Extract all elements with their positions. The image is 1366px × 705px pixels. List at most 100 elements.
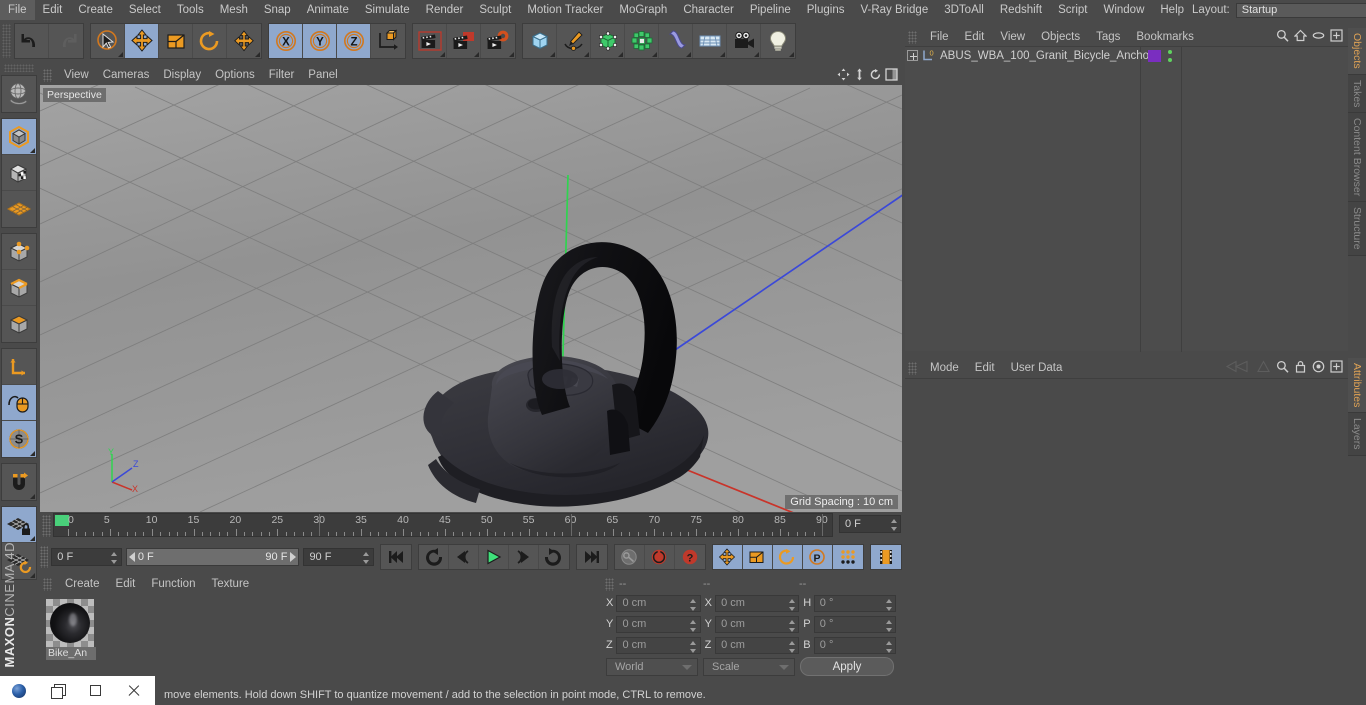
material-menu-function[interactable]: Function	[143, 575, 203, 593]
tab-attributes[interactable]: Attributes	[1348, 358, 1366, 414]
material-menu-edit[interactable]: Edit	[108, 575, 144, 593]
stepper-icon[interactable]	[111, 552, 118, 564]
menu-item-script[interactable]: Script	[1050, 0, 1095, 20]
object-menu-edit[interactable]: Edit	[957, 28, 993, 46]
enable-axis-modification-button[interactable]	[2, 349, 36, 385]
close-window-icon[interactable]	[114, 676, 152, 705]
timeline-ruler[interactable]: 051015202530354045505560657075808590	[53, 513, 833, 537]
dolly-icon[interactable]	[853, 68, 866, 84]
rotate-icon[interactable]	[869, 68, 882, 84]
menu-item-help[interactable]: Help	[1152, 0, 1192, 20]
stepper-icon[interactable]	[690, 598, 697, 611]
magnet-tool-button[interactable]	[2, 464, 36, 500]
menu-item-mesh[interactable]: Mesh	[212, 0, 256, 20]
menu-item-mograph[interactable]: MoGraph	[611, 0, 675, 20]
menu-item-create[interactable]: Create	[70, 0, 121, 20]
make-editable-button[interactable]	[2, 119, 36, 155]
scale-key-button[interactable]	[742, 545, 773, 569]
lock-x-axis[interactable]: X	[269, 24, 303, 58]
menu-item-window[interactable]: Window	[1095, 0, 1152, 20]
expand-toggle-icon[interactable]	[907, 50, 918, 61]
object-manager-grip[interactable]	[908, 30, 917, 44]
menu-item-render[interactable]: Render	[418, 0, 472, 20]
menu-item-3dtoall[interactable]: 3DToAll	[936, 0, 992, 20]
table-row[interactable]: 0 ABUS_WBA_100_Granit_Bicycle_Anchor	[905, 47, 1348, 64]
go-to-end-button[interactable]	[576, 545, 607, 569]
menu-item-select[interactable]: Select	[121, 0, 169, 20]
stepper-icon[interactable]	[885, 640, 892, 653]
search-icon[interactable]	[1276, 360, 1289, 376]
current-frame-marker[interactable]	[55, 515, 69, 526]
range-start-arrow-icon[interactable]	[128, 552, 135, 562]
bicycle-anchor-model[interactable]	[40, 85, 902, 512]
menu-item-pipeline[interactable]: Pipeline	[742, 0, 799, 20]
timeline-filmstrip-button[interactable]	[870, 545, 901, 569]
points-mode-button[interactable]	[2, 234, 36, 270]
render-to-picture-viewer-button[interactable]	[447, 24, 481, 58]
coordinate-field-size-z[interactable]: 0 cm	[715, 636, 800, 654]
attributes-menu-mode[interactable]: Mode	[922, 358, 967, 378]
viewport-menu-display[interactable]: Display	[156, 66, 208, 85]
menu-item-character[interactable]: Character	[675, 0, 742, 20]
add-camera-button[interactable]	[727, 24, 761, 58]
position-key-button[interactable]	[712, 545, 743, 569]
toolbar-grip[interactable]	[2, 24, 11, 58]
lock-z-axis[interactable]: Z	[337, 24, 371, 58]
coordinate-system-dropdown[interactable]: World	[606, 657, 698, 676]
layout-dropdown[interactable]: Startup	[1235, 2, 1366, 18]
autokeying-button[interactable]	[644, 545, 675, 569]
target-icon[interactable]	[1312, 360, 1325, 376]
object-menu-file[interactable]: File	[922, 28, 957, 46]
visibility-dots-icon[interactable]	[1167, 50, 1172, 62]
search-icon[interactable]	[1276, 29, 1289, 45]
keyframe-selection-button[interactable]: ?	[674, 545, 705, 569]
material-list[interactable]: Bike_An	[40, 593, 600, 685]
menu-item-animate[interactable]: Animate	[299, 0, 357, 20]
back-arrow-icon[interactable]	[1225, 360, 1251, 376]
timeline-current-frame-field[interactable]: 0 F	[839, 515, 901, 533]
viewport-menu-options[interactable]: Options	[208, 66, 262, 85]
preview-range-bar[interactable]: 0 F 90 F	[125, 548, 300, 566]
viewport-menu-panel[interactable]: Panel	[301, 66, 344, 85]
object-menu-objects[interactable]: Objects	[1033, 28, 1088, 46]
c4d-logo-icon[interactable]	[0, 676, 38, 705]
coordinate-field-size-x[interactable]: 0 cm	[715, 594, 800, 612]
menu-item-file[interactable]: File	[0, 0, 35, 20]
rotate-tool[interactable]	[193, 24, 227, 58]
coordinate-field-rotation-p[interactable]: 0 °	[813, 615, 897, 633]
material-grip[interactable]	[43, 577, 52, 591]
coordinate-mode-dropdown[interactable]: Scale	[703, 657, 795, 676]
menu-item-simulate[interactable]: Simulate	[357, 0, 418, 20]
lock-icon[interactable]	[1294, 360, 1307, 376]
step-back-button[interactable]	[448, 545, 479, 569]
undo-button[interactable]	[15, 24, 49, 58]
menu-item-plugins[interactable]: Plugins	[799, 0, 853, 20]
stepper-icon[interactable]	[788, 619, 795, 632]
stepper-icon[interactable]	[885, 619, 892, 632]
add-cube-button[interactable]	[523, 24, 557, 58]
record-active-objects-button[interactable]	[614, 545, 645, 569]
parameter-key-button[interactable]: P	[802, 545, 833, 569]
world-object-coordinates-button[interactable]	[371, 24, 405, 58]
viewport-menu-filter[interactable]: Filter	[262, 66, 302, 85]
menu-item-snap[interactable]: Snap	[256, 0, 299, 20]
viewport-menu-cameras[interactable]: Cameras	[96, 66, 157, 85]
rotation-key-button[interactable]	[772, 545, 803, 569]
tab-structure[interactable]: Structure	[1348, 202, 1366, 256]
stepper-icon[interactable]	[788, 598, 795, 611]
lock-workplane-button[interactable]	[2, 507, 36, 543]
maximize-window-icon[interactable]	[76, 676, 114, 705]
stepper-icon[interactable]	[885, 598, 892, 611]
scale-tool[interactable]	[159, 24, 193, 58]
tab-content-browser[interactable]: Content Browser	[1348, 113, 1366, 203]
enable-snap-button[interactable]: S	[2, 421, 36, 457]
point-level-animation-button[interactable]	[832, 545, 863, 569]
play-button[interactable]	[478, 545, 509, 569]
add-light-button[interactable]	[761, 24, 795, 58]
material-menu-texture[interactable]: Texture	[203, 575, 257, 593]
pan-icon[interactable]	[837, 68, 850, 84]
menu-item-sculpt[interactable]: Sculpt	[471, 0, 519, 20]
menu-item-redshift[interactable]: Redshift	[992, 0, 1050, 20]
texture-axis-mode-button[interactable]	[2, 76, 36, 112]
texture-mode-button[interactable]	[2, 155, 36, 191]
